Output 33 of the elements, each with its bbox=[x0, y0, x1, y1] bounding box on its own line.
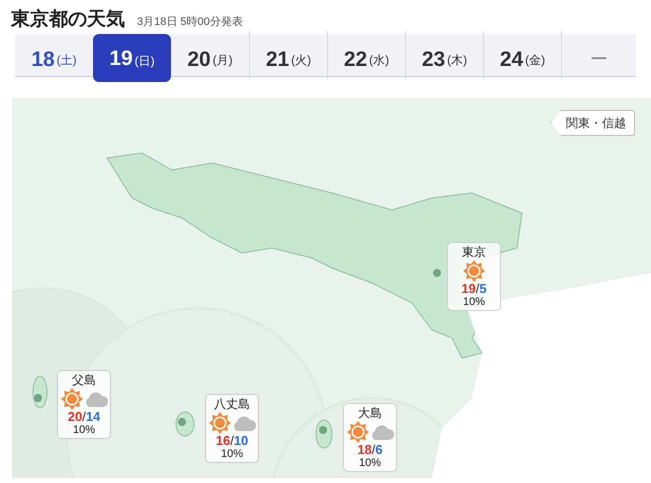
issued-time: 3月18日 5時00分発表 bbox=[137, 15, 243, 30]
weather-marker[interactable]: 大島 18/6 10% bbox=[343, 403, 397, 472]
region-link[interactable]: 関東・信越 bbox=[551, 110, 635, 136]
page-title: 東京都の天気 bbox=[11, 8, 125, 32]
cloud-icon bbox=[84, 390, 108, 408]
rain-chance: 10% bbox=[462, 296, 486, 309]
weather-marker[interactable]: 東京 19/5 10% bbox=[447, 242, 501, 311]
date-tab[interactable]: 22(水) bbox=[327, 31, 405, 79]
temperature: 19/5 bbox=[461, 282, 487, 296]
station-name: 父島 bbox=[72, 372, 96, 388]
temperature: 16/10 bbox=[216, 434, 248, 448]
temperature: 18/6 bbox=[357, 443, 383, 457]
date-tab[interactable]: 23(木) bbox=[405, 31, 483, 79]
weather-marker[interactable]: 父島 20/14 10% bbox=[57, 370, 111, 439]
station-name: 東京 bbox=[462, 244, 486, 260]
date-tab[interactable]: 21(火) bbox=[249, 31, 327, 79]
sun-icon bbox=[60, 388, 82, 410]
date-tab[interactable]: 18(土) bbox=[15, 31, 93, 79]
sun-icon bbox=[346, 421, 368, 443]
rain-chance: 10% bbox=[358, 457, 382, 470]
rain-chance: 10% bbox=[220, 448, 244, 461]
rain-chance: 10% bbox=[72, 424, 96, 437]
date-tab[interactable]: 24(金) bbox=[483, 31, 561, 79]
station-name: 大島 bbox=[358, 405, 382, 421]
weather-marker[interactable]: 八丈島 16/10 10% bbox=[205, 394, 259, 463]
temperature: 20/14 bbox=[68, 410, 100, 424]
sun-icon bbox=[208, 412, 230, 434]
cloud-icon bbox=[232, 414, 256, 432]
sun-icon bbox=[463, 260, 485, 282]
date-tab[interactable]: 20(月) bbox=[171, 31, 249, 79]
date-tab[interactable]: 19(日) bbox=[93, 34, 171, 82]
cloud-icon bbox=[370, 423, 394, 441]
station-name: 八丈島 bbox=[214, 396, 250, 412]
